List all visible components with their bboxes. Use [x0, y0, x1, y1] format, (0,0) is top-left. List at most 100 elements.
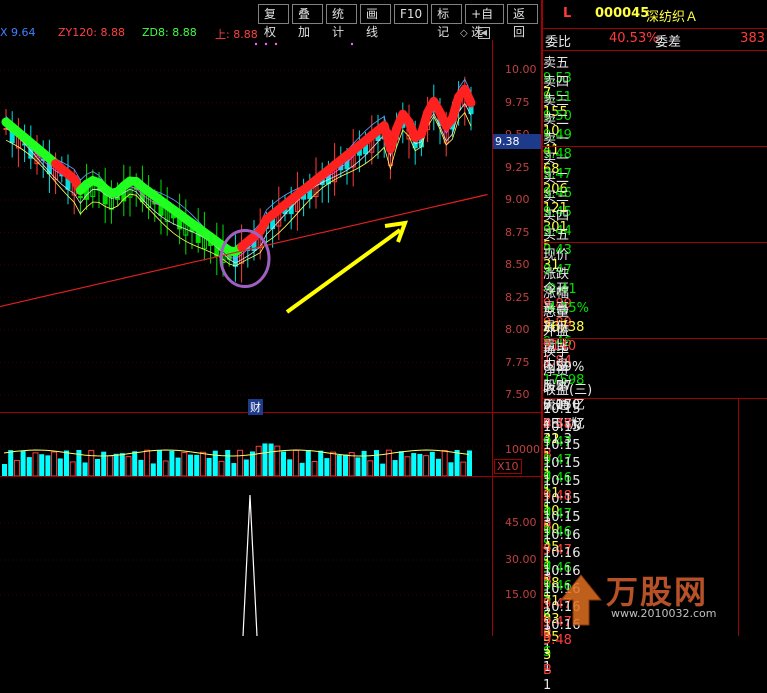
price-axis-label: 8.50: [505, 258, 530, 271]
indicator-chart[interactable]: [0, 477, 492, 636]
volume-bar: [33, 453, 38, 476]
buy-level-label: 买四: [543, 205, 767, 224]
volume-bar: [64, 451, 69, 476]
tick-row: 10:169.471B1: [543, 528, 767, 546]
signal-dot: [351, 43, 353, 45]
stat2-row: 净资5.57流通4.57亿: [543, 360, 767, 378]
volume-bar: [405, 457, 410, 476]
volume-bar: [95, 459, 100, 476]
buy-level-label: 买三: [543, 186, 767, 205]
volume-bar: [312, 462, 317, 476]
volume-bar: [21, 451, 26, 476]
buy-level-label: 买五: [543, 224, 767, 243]
buy-row: 买一9.47206: [543, 148, 767, 166]
volume-bar: [430, 452, 435, 476]
volume-bar: [262, 443, 267, 476]
volume-chart[interactable]: [0, 413, 492, 476]
chart-area[interactable]: 复权 叠加 统计 画线 F10 标记 +自选 返回 X 9.64 ZY120: …: [0, 0, 541, 636]
buy-level-label: 买二: [543, 167, 767, 186]
buy-row: 买三9.45301: [543, 186, 767, 204]
volume-bar: [163, 461, 168, 476]
volume-bar: [343, 454, 348, 476]
volume-bar: [399, 451, 404, 476]
sell-level-label: 卖一: [543, 128, 767, 147]
volume-bar: [244, 460, 249, 476]
buy-level-label: 买一: [543, 148, 767, 167]
sell-level-label: 卖二: [543, 109, 767, 128]
indicator-axis-label: 15.00: [505, 588, 537, 601]
tick-count: 1: [543, 678, 767, 693]
statistics-button[interactable]: 统计: [326, 4, 357, 24]
volume-bar: [83, 462, 88, 476]
stock-code: 000045: [595, 6, 649, 21]
watermark-logo: 万股网 www.2010032.com: [551, 565, 751, 635]
tick-time: 10:15: [543, 492, 767, 507]
signal-dot: [255, 43, 257, 45]
mark-button[interactable]: 标记: [431, 4, 462, 24]
tick-row: 10:159.471S1: [543, 438, 767, 456]
sell-row: 卖二9.4941: [543, 109, 767, 127]
stat2-row: 换手0.59%股本5.07亿: [543, 341, 767, 359]
volume-bar: [455, 450, 460, 476]
volume-bar: [318, 451, 323, 476]
back-button[interactable]: 返回: [507, 4, 538, 24]
watermark-url: www.2010032.com: [611, 607, 716, 620]
volume-bar: [120, 453, 125, 476]
tick-row: 10:159.4810B1: [543, 474, 767, 492]
stat-label: 现价: [543, 244, 767, 263]
expand-icon[interactable]: ◀: [478, 27, 490, 39]
volume-bar: [182, 452, 187, 476]
volume-bar: [362, 451, 367, 476]
tick-row: 10:159.4842B1: [543, 402, 767, 420]
volume-bar: [219, 461, 224, 476]
candle: [78, 196, 82, 197]
stat-row: 现价9.47今开9.89: [543, 244, 767, 262]
watermark-arrow-icon: [551, 570, 611, 630]
volume-bar: [324, 458, 329, 476]
volume-bar: [393, 460, 398, 476]
volume-bar: [132, 451, 137, 476]
volume-bar: [126, 457, 131, 476]
fuquan-button[interactable]: 复权: [258, 4, 289, 24]
trend-ribbon: [465, 89, 471, 103]
buy-row: 买二9.46121: [543, 167, 767, 185]
tick-volume: 3: [543, 648, 767, 663]
price-axis-label: 9.75: [505, 96, 530, 109]
quote-indicator-label: L: [563, 6, 571, 21]
volume-bar: [70, 462, 75, 476]
volume-bar: [306, 450, 311, 476]
sell-level-label: 卖五: [543, 52, 767, 71]
buy-row: 买四9.445: [543, 205, 767, 223]
stat-label: 涨幅: [543, 282, 767, 301]
sell-row: 卖四9.51155: [543, 71, 767, 89]
draw-line-button[interactable]: 画线: [360, 4, 391, 24]
volume-bar: [461, 462, 466, 476]
volume-bar: [114, 454, 119, 476]
overlay-button[interactable]: 叠加: [292, 4, 323, 24]
volume-bar: [293, 450, 298, 476]
tick-row: 10:159.4710S1: [543, 492, 767, 510]
kline-chart[interactable]: [0, 40, 492, 412]
tick-row: 10:169.4618S2: [543, 546, 767, 564]
sell-row: 卖三9.5010: [543, 90, 767, 108]
volume-bar: [27, 457, 32, 476]
volume-bar: [151, 463, 156, 476]
stat2-row: 收益(三)0.150PE(动)31.3: [543, 379, 767, 397]
indicator-axis-label: 30.00: [505, 553, 537, 566]
weibi-label: 委比: [545, 31, 571, 50]
settings-diamond-icon[interactable]: ◇: [460, 28, 468, 39]
f10-button[interactable]: F10: [394, 4, 428, 24]
stat2-label: 换手: [543, 341, 767, 360]
quote-panel: L 000045 深纺织Ａ 委比 40.53% 委差 383 卖五9.537卖四…: [543, 0, 767, 636]
tick-time: 10:16: [543, 546, 767, 561]
current-price-tag: 9.38: [493, 134, 541, 149]
tick-row: 10:159.471S1: [543, 420, 767, 438]
tick-time: 10:15: [543, 402, 767, 417]
volume-bar: [331, 452, 336, 476]
tick-time: 10:15: [543, 438, 767, 453]
stat-row: 总量26738量比1.84: [543, 301, 767, 319]
volume-bar: [89, 450, 94, 476]
add-watchlist-button[interactable]: +自选: [465, 4, 504, 24]
indicator-spike: [243, 495, 257, 636]
indicator-legend-zd8: ZD8: 8.88: [142, 26, 197, 39]
